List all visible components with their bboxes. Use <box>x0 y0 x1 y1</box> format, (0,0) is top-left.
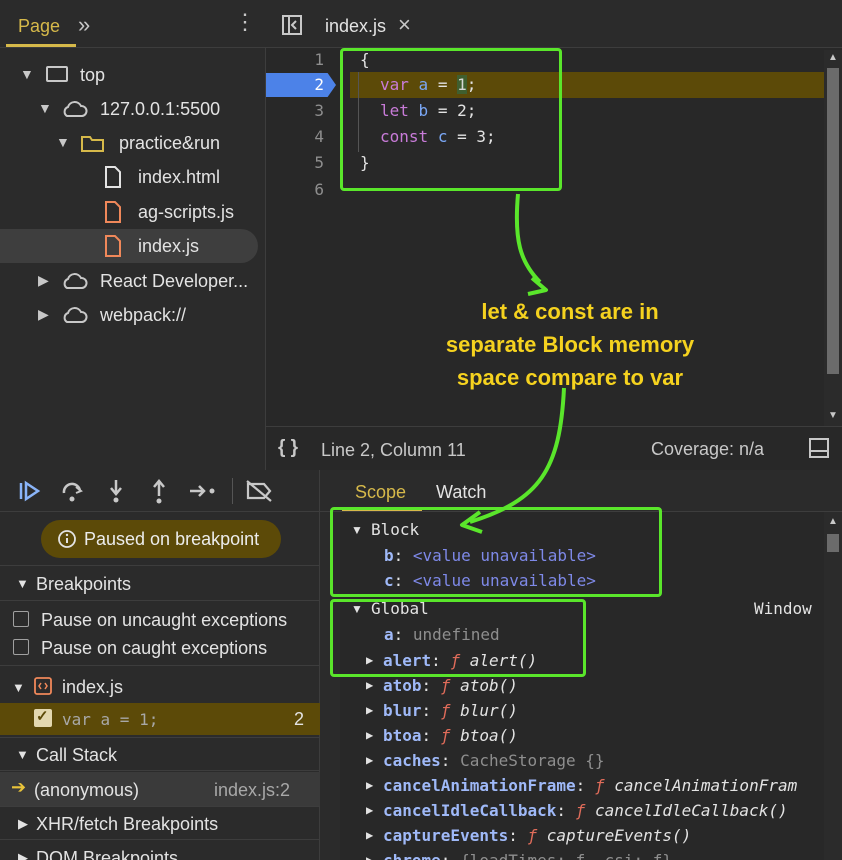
annotation-arrows <box>460 193 566 534</box>
annotation-line: let & const are in <box>481 299 659 324</box>
annotation-line: space compare to var <box>456 365 684 390</box>
annotation-line: separate Block memory <box>445 332 695 357</box>
annotation-text: let & const are in separate Block memory… <box>420 295 720 394</box>
